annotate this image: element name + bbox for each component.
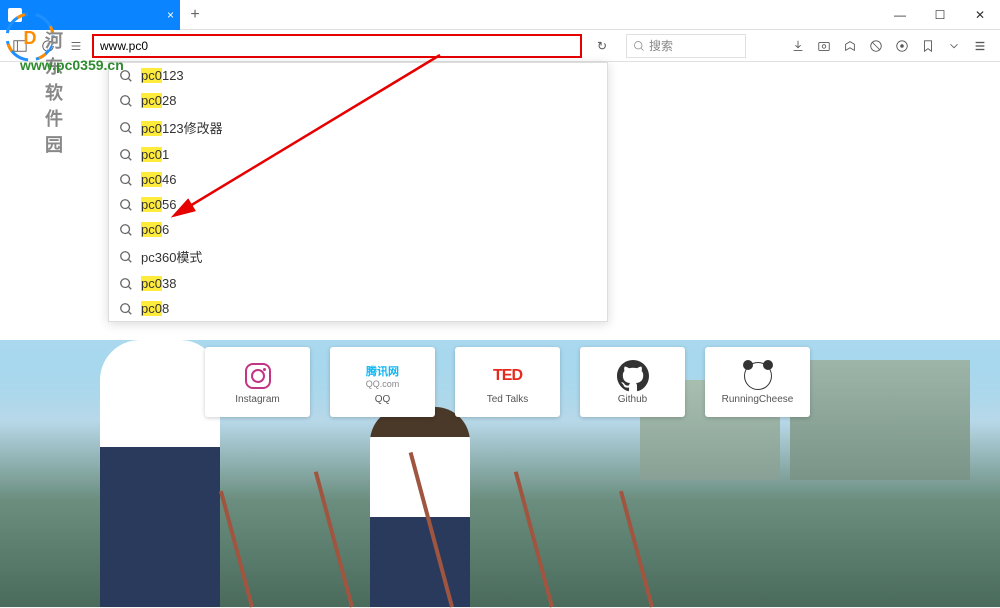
tile-label: Github — [618, 394, 647, 405]
suggestion-text: pc0123 — [141, 68, 184, 83]
tile-label: Instagram — [235, 394, 279, 405]
more-icon[interactable] — [942, 34, 966, 58]
suggestion-item[interactable]: pc360模式 — [109, 242, 607, 271]
tab-favicon-icon — [8, 8, 22, 22]
search-icon — [119, 302, 133, 316]
speed-dial-tile-qq[interactable]: 腾讯网QQ.com QQ — [330, 347, 435, 417]
list-icon[interactable] — [64, 34, 88, 58]
suggestion-text: pc06 — [141, 222, 169, 237]
suggestion-text: pc360模式 — [141, 247, 202, 266]
search-icon — [119, 173, 133, 187]
panda-icon — [742, 360, 774, 392]
search-icon — [119, 148, 133, 162]
qq-icon: 腾讯网QQ.com — [367, 360, 399, 392]
extensions-icon[interactable] — [890, 34, 914, 58]
screenshot-icon[interactable] — [812, 34, 836, 58]
window-maximize-button[interactable]: ☐ — [920, 0, 960, 30]
search-box[interactable]: 搜索 — [626, 34, 746, 58]
menu-icon[interactable] — [968, 34, 992, 58]
suggestion-item[interactable]: pc038 — [109, 271, 607, 296]
search-icon — [119, 223, 133, 237]
suggestion-item[interactable]: pc046 — [109, 167, 607, 192]
suggestion-text: pc038 — [141, 276, 176, 291]
urlbar-container — [92, 34, 582, 58]
history-icon[interactable] — [36, 34, 60, 58]
instagram-icon — [242, 360, 274, 392]
suggestion-text: pc056 — [141, 197, 176, 212]
search-icon — [119, 121, 133, 135]
reader-icon[interactable] — [838, 34, 862, 58]
suggestion-text: pc0123修改器 — [141, 118, 223, 137]
search-icon — [119, 277, 133, 291]
noscript-icon[interactable] — [864, 34, 888, 58]
speed-dial-tile-github[interactable]: Github — [580, 347, 685, 417]
search-icon — [633, 40, 645, 52]
url-suggestions-dropdown: pc0123 pc028 pc0123修改器 pc01 pc046 pc056 pc06 pc… — [108, 62, 608, 322]
window-titlebar: × + — ☐ ✕ — [0, 0, 1000, 30]
suggestion-item[interactable]: pc0123 — [109, 63, 607, 88]
sidebar-toggle-icon[interactable] — [8, 34, 32, 58]
tab-close-button[interactable]: × — [167, 8, 174, 22]
url-input-highlight — [92, 34, 582, 58]
search-icon — [119, 198, 133, 212]
suggestion-item[interactable]: pc01 — [109, 142, 607, 167]
speed-dial-tile-panda[interactable]: RunningCheese — [705, 347, 810, 417]
tile-label: QQ — [375, 394, 391, 405]
suggestion-text: pc028 — [141, 93, 176, 108]
suggestion-item[interactable]: pc0123修改器 — [109, 113, 607, 142]
url-input[interactable] — [100, 39, 574, 53]
suggestion-item[interactable]: pc056 — [109, 192, 607, 217]
suggestion-text: pc046 — [141, 172, 176, 187]
search-icon — [119, 94, 133, 108]
window-controls: — ☐ ✕ — [880, 0, 1000, 30]
toolbar-actions — [786, 34, 992, 58]
window-close-button[interactable]: ✕ — [960, 0, 1000, 30]
ted-icon: TED — [492, 360, 524, 392]
speed-dial-tile-instagram[interactable]: Instagram — [205, 347, 310, 417]
suggestion-text: pc01 — [141, 147, 169, 162]
speed-dial-tile-ted[interactable]: TED Ted Talks — [455, 347, 560, 417]
github-icon — [617, 360, 649, 392]
suggestion-item[interactable]: pc028 — [109, 88, 607, 113]
browser-tab-active[interactable]: × — [0, 0, 180, 30]
bookmark-icon[interactable] — [916, 34, 940, 58]
suggestion-item[interactable]: pc08 — [109, 296, 607, 321]
suggestion-item[interactable]: pc06 — [109, 217, 607, 242]
speed-dial-tiles: Instagram 腾讯网QQ.com QQ TED Ted Talks Github Ru… — [205, 347, 810, 417]
window-minimize-button[interactable]: — — [880, 0, 920, 30]
search-placeholder: 搜索 — [649, 37, 673, 54]
suggestion-text: pc08 — [141, 301, 169, 316]
search-icon — [119, 250, 133, 264]
new-tab-button[interactable]: + — [180, 0, 210, 30]
tile-label: RunningCheese — [722, 394, 794, 405]
tile-label: Ted Talks — [487, 394, 529, 405]
reload-button[interactable]: ↻ — [590, 34, 614, 58]
download-icon[interactable] — [786, 34, 810, 58]
browser-toolbar: ↻ 搜索 — [0, 30, 1000, 62]
search-icon — [119, 69, 133, 83]
